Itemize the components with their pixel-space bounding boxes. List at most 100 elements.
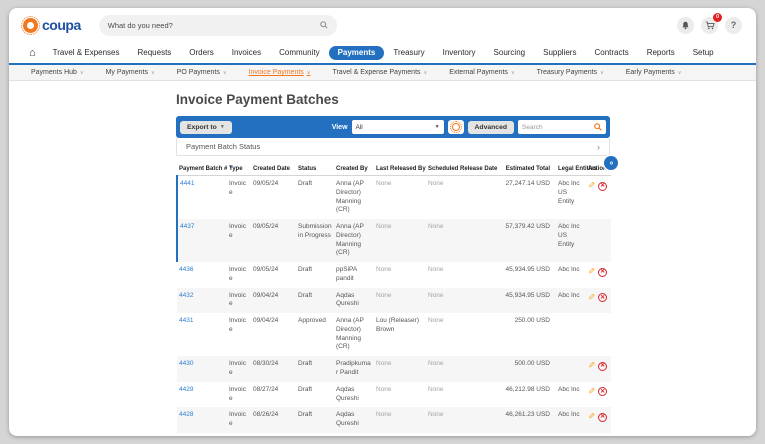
global-search-input[interactable]: What do you need? bbox=[98, 14, 337, 36]
table-row: 4430 Invoice 08/30/24 Draft Pradipkumar Pand… bbox=[177, 356, 611, 382]
nav-item-reports[interactable]: Reports bbox=[638, 46, 684, 60]
search-icon[interactable] bbox=[594, 123, 602, 131]
table-row: 4429 Invoice 08/27/24 Draft Aqdas Qureshi Non… bbox=[177, 382, 611, 408]
cell-status: Draft bbox=[296, 356, 334, 382]
payment-batch-link[interactable]: 4430 bbox=[179, 360, 193, 367]
payment-batch-link[interactable]: 4428 bbox=[179, 411, 193, 418]
payment-batch-link[interactable]: 4431 bbox=[179, 317, 193, 324]
advanced-button[interactable]: Advanced bbox=[467, 120, 514, 134]
coupa-logo[interactable]: coupa bbox=[21, 15, 81, 35]
cell-actions bbox=[586, 313, 611, 356]
subnav-item-my-payments[interactable]: My Payments ∨ bbox=[106, 69, 155, 76]
table-search-input[interactable] bbox=[522, 123, 588, 131]
cell-created-by: ppSiPA pandit bbox=[336, 266, 357, 282]
help-button[interactable]: ? bbox=[725, 16, 742, 34]
payment-batch-link[interactable]: 4437 bbox=[180, 223, 194, 230]
cell-last-released-by: None bbox=[374, 382, 426, 408]
nav-item-payments[interactable]: Payments bbox=[328, 45, 385, 60]
edit-pencil-icon[interactable]: ✎ bbox=[588, 266, 595, 277]
cell-actions: ✎✕ bbox=[586, 433, 611, 436]
edit-pencil-icon[interactable]: ✎ bbox=[588, 292, 595, 303]
column-header-created-by[interactable]: Created By bbox=[334, 162, 374, 176]
nav-item-sourcing[interactable]: Sourcing bbox=[485, 46, 535, 60]
edit-pencil-icon[interactable]: ✎ bbox=[588, 386, 595, 397]
payment-batch-link[interactable]: 4436 bbox=[179, 266, 193, 273]
payment-batch-status-panel[interactable]: Payment Batch Status › bbox=[176, 138, 610, 156]
table-columns-config-button[interactable]: ‹› bbox=[604, 156, 618, 170]
delete-icon[interactable]: ✕ bbox=[598, 293, 608, 303]
subnav-item-treasury-payments[interactable]: Treasury Payments ∨ bbox=[537, 69, 604, 76]
last-released-by-value: None bbox=[376, 411, 392, 419]
cell-status: Draft bbox=[298, 180, 313, 187]
search-icon bbox=[320, 21, 328, 29]
nav-item-contracts[interactable]: Contracts bbox=[585, 46, 637, 60]
column-header-estimated-total[interactable]: Estimated Total bbox=[502, 162, 556, 176]
view-settings-button[interactable] bbox=[447, 120, 464, 134]
subnav-item-travel-expense-payments[interactable]: Travel & Expense Payments ∨ bbox=[332, 69, 427, 76]
cell-created-by: Aqdas Qureshi bbox=[336, 385, 359, 402]
subnav-item-external-payments[interactable]: External Payments ∨ bbox=[449, 69, 514, 76]
subnav-item-early-payments[interactable]: Early Payments ∨ bbox=[626, 69, 682, 76]
subnav-item-payments-hub[interactable]: Payments Hub ∨ bbox=[31, 69, 84, 76]
cell-scheduled-release-date: None bbox=[426, 287, 502, 314]
cell-created-date: 09/05/24 bbox=[253, 180, 279, 187]
column-header-last-released-by[interactable]: Last Released By bbox=[374, 162, 426, 176]
delete-icon[interactable]: ✕ bbox=[598, 361, 608, 371]
chevron-right-icon: › bbox=[597, 141, 600, 152]
subnav-item-po-payments[interactable]: PO Payments ∨ bbox=[177, 69, 227, 76]
question-mark-icon: ? bbox=[730, 20, 737, 30]
subnav-item-invoice-payments[interactable]: Invoice Payments ∨ bbox=[249, 69, 311, 76]
last-released-by-value: Lou (Releaser) Brown bbox=[376, 317, 419, 333]
cart-button[interactable]: 0 bbox=[701, 12, 722, 34]
cell-created-date: 08/26/24 bbox=[251, 407, 296, 433]
cell-scheduled-release-date: None bbox=[426, 407, 502, 433]
delete-icon[interactable]: ✕ bbox=[598, 267, 608, 277]
home-icon[interactable]: ⌂ bbox=[21, 47, 44, 59]
edit-pencil-icon[interactable]: ✎ bbox=[588, 360, 595, 371]
view-select[interactable]: All ▼ bbox=[351, 120, 444, 134]
column-header-payment-batch-[interactable]: Payment Batch # ▼ bbox=[177, 162, 233, 176]
nav-item-invoices[interactable]: Invoices bbox=[223, 46, 270, 60]
cart-badge: 0 bbox=[713, 12, 722, 22]
delete-icon[interactable]: ✕ bbox=[598, 387, 608, 397]
nav-item-setup[interactable]: Setup bbox=[684, 46, 723, 60]
payment-batch-link[interactable]: 4429 bbox=[179, 386, 193, 393]
last-released-by-value: None bbox=[376, 223, 392, 231]
cell-status: Draft bbox=[298, 266, 313, 274]
nav-item-inventory[interactable]: Inventory bbox=[434, 46, 485, 60]
payment-batch-link[interactable]: 4432 bbox=[179, 292, 193, 299]
cell-type: Invoice bbox=[229, 385, 246, 402]
cell-last-released-by: None bbox=[374, 287, 426, 314]
payment-batch-link[interactable]: 4441 bbox=[180, 180, 194, 187]
cell-created-by: Anna (AP Director) Manning (CR) bbox=[334, 219, 374, 263]
cell-created-by: Anna (AP Director) Manning (CR) bbox=[336, 180, 364, 214]
column-header-scheduled-release-date[interactable]: Scheduled Release Date bbox=[426, 162, 502, 176]
column-header-created-date[interactable]: Created Date bbox=[251, 162, 296, 176]
cell-scheduled-release-date: None bbox=[426, 313, 502, 356]
edit-pencil-icon[interactable]: ✎ bbox=[588, 411, 595, 422]
cell-legal-entities: Abc Inc bbox=[558, 385, 580, 393]
table-header-row: Payment Batch # ▼ Type Created Date Status C… bbox=[177, 162, 611, 176]
delete-icon[interactable]: ✕ bbox=[598, 412, 608, 422]
global-search-placeholder: What do you need? bbox=[107, 20, 173, 30]
column-header-status[interactable]: Status bbox=[296, 162, 334, 176]
nav-item-requests[interactable]: Requests bbox=[129, 46, 181, 60]
chevron-down-icon: ∨ bbox=[306, 69, 311, 76]
delete-icon[interactable]: ✕ bbox=[598, 181, 608, 191]
nav-item-travel-expenses[interactable]: Travel & Expenses bbox=[44, 46, 129, 60]
edit-pencil-icon[interactable]: ✎ bbox=[588, 180, 595, 191]
nav-item-suppliers[interactable]: Suppliers bbox=[534, 46, 585, 60]
cell-created-by: Pradipkumar Pandit bbox=[334, 356, 374, 382]
export-to-button[interactable]: Export to ▼ bbox=[180, 120, 232, 134]
nav-item-orders[interactable]: Orders bbox=[180, 46, 222, 60]
nav-item-community[interactable]: Community bbox=[270, 46, 328, 60]
chevron-down-icon: ∨ bbox=[79, 69, 84, 76]
cell-created-date: 09/04/24 bbox=[251, 287, 296, 314]
cell-created-date: 09/05/24 bbox=[251, 219, 296, 263]
notifications-button[interactable] bbox=[677, 16, 694, 34]
page-title: Invoice Payment Batches bbox=[176, 92, 339, 107]
main-content: Invoice Payment Batches Export to ▼ View… bbox=[176, 92, 618, 436]
table-row: 4428 Invoice 08/26/24 Draft Aqdas Qureshi Non… bbox=[177, 407, 611, 433]
nav-item-treasury[interactable]: Treasury bbox=[384, 46, 433, 60]
column-header-legal-entities[interactable]: Legal Entities bbox=[556, 162, 597, 176]
